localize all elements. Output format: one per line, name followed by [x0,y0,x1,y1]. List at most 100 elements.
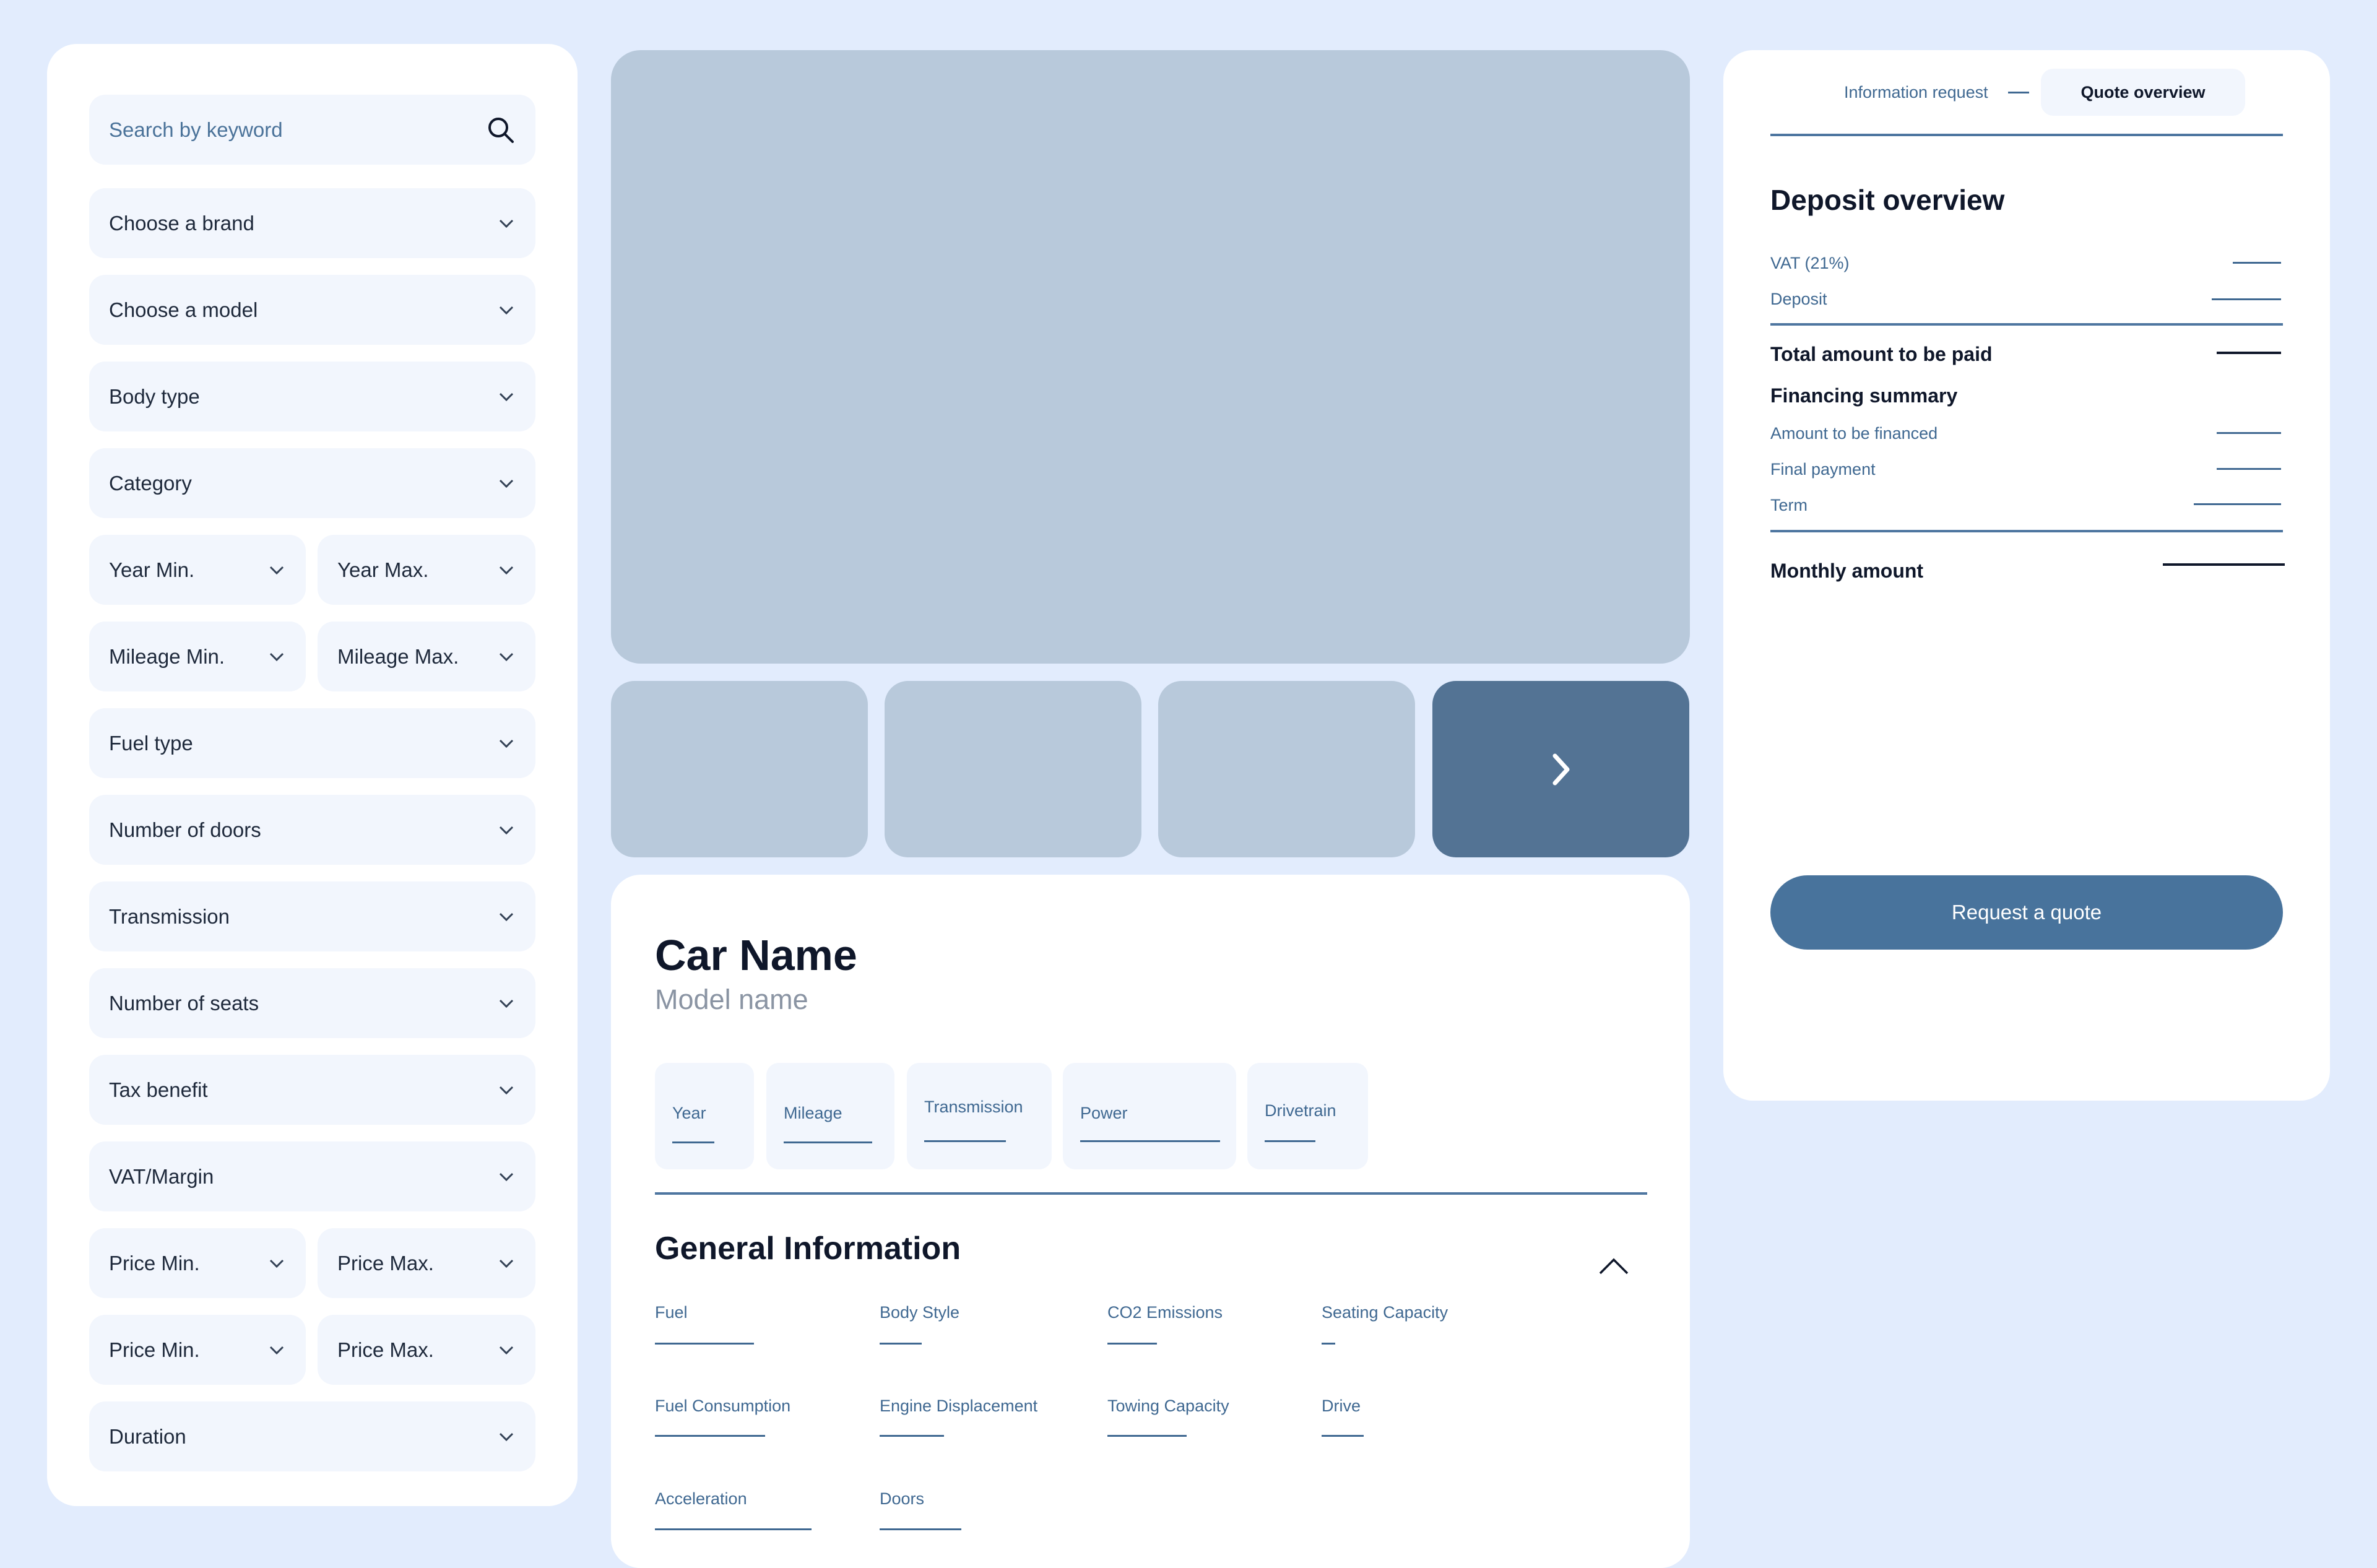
vat-margin-select[interactable]: VAT/Margin [89,1141,535,1211]
info-body-style-label: Body Style [880,1303,960,1322]
spec-value-line [1265,1140,1315,1142]
chevron-up-icon[interactable] [1598,1255,1629,1276]
steps-divider [1770,134,2283,136]
filter-sidebar: Search by keyword Choose a brand Choose … [47,44,578,1506]
car-name: Car Name [655,931,857,979]
spec-transmission-label: Transmission [924,1098,1023,1116]
duration-select[interactable]: Duration [89,1401,535,1471]
info-value-line [1322,1435,1364,1437]
price-min-select[interactable]: Price Min. [89,1228,306,1298]
info-value-line [655,1343,754,1345]
chevron-down-icon [497,821,516,839]
total-label: Total amount to be paid [1770,343,1993,365]
chevron-down-icon [497,474,516,493]
step-information-request[interactable]: Information request [1844,69,1988,116]
price-max-label: Price Max. [337,1338,434,1361]
thumbnail-image[interactable] [885,681,1141,857]
doors-select[interactable]: Number of doors [89,795,535,865]
info-towing-label: Towing Capacity [1107,1397,1229,1415]
term-value-line [2194,503,2281,505]
thumbnail-image[interactable] [1158,681,1415,857]
quote-steps: Information request Quote overview [1723,69,2330,116]
transmission-select[interactable]: Transmission [89,881,535,951]
info-drive-label: Drive [1322,1397,1361,1415]
info-seating-label: Seating Capacity [1322,1303,1448,1322]
spec-year: Year [655,1063,754,1169]
transmission-label: Transmission [109,904,230,928]
chevron-down-icon [497,1167,516,1186]
info-value-line [880,1343,922,1345]
price-min-select-2[interactable]: Price Min. [89,1315,306,1385]
final-payment-value-line [2217,468,2281,470]
financing-summary-title: Financing summary [1770,384,1958,407]
price-max-select-2[interactable]: Price Max. [318,1315,535,1385]
spec-transmission: Transmission [907,1063,1052,1169]
price-max-label: Price Max. [337,1251,434,1275]
brand-select[interactable]: Choose a brand [89,188,535,258]
price-min-label: Price Min. [109,1251,200,1275]
chevron-down-icon [497,1341,516,1359]
chevron-down-icon [497,1427,516,1446]
search-placeholder: Search by keyword [109,118,283,141]
chevron-down-icon [497,1081,516,1099]
spec-drivetrain: Drivetrain [1247,1063,1368,1169]
chevron-down-icon [267,1254,286,1273]
chevron-down-icon [497,1254,516,1273]
info-value-line [1107,1343,1157,1345]
chevron-down-icon [497,214,516,233]
chevron-down-icon [497,907,516,926]
term-label: Term [1770,496,1808,514]
spec-value-line [1080,1140,1220,1142]
spec-power: Power [1063,1063,1236,1169]
chevron-down-icon [497,648,516,666]
deposit-value-line [2212,298,2281,300]
chevron-right-icon [1549,751,1574,788]
section-divider [655,1192,1647,1195]
year-min-select[interactable]: Year Min. [89,535,306,605]
chevron-down-icon [497,734,516,753]
request-quote-button[interactable]: Request a quote [1770,875,2283,950]
chevron-down-icon [497,561,516,579]
mileage-max-label: Mileage Max. [337,644,459,668]
deposit-label: Deposit [1770,290,1827,308]
next-image-button[interactable] [1432,681,1689,857]
year-max-select[interactable]: Year Max. [318,535,535,605]
model-select[interactable]: Choose a model [89,275,535,345]
thumbnail-image[interactable] [611,681,868,857]
info-doors-label: Doors [880,1489,925,1508]
deposit-overview-title: Deposit overview [1770,184,2005,216]
info-acceleration-label: Acceleration [655,1489,747,1508]
model-select-label: Choose a model [109,298,258,321]
category-select-label: Category [109,471,192,495]
monthly-value-line [2163,563,2285,566]
car-details-card: Car Name Model name Year Mileage Transmi… [611,875,1690,1568]
info-value-line [880,1435,944,1437]
chevron-down-icon [267,648,286,666]
price-max-select[interactable]: Price Max. [318,1228,535,1298]
step-quote-overview[interactable]: Quote overview [2041,69,2245,116]
chevron-down-icon [497,388,516,406]
seats-select[interactable]: Number of seats [89,968,535,1038]
total-value-line [2217,352,2281,354]
vat-value-line [2233,262,2281,264]
mileage-min-select[interactable]: Mileage Min. [89,622,306,691]
monthly-amount-label: Monthly amount [1770,560,1924,582]
body-type-select-label: Body type [109,384,200,408]
search-icon[interactable] [486,115,516,145]
chevron-down-icon [267,1341,286,1359]
quote-panel: Information request Quote overview Depos… [1723,50,2330,1101]
main-car-image [611,50,1690,664]
tax-benefit-select[interactable]: Tax benefit [89,1055,535,1125]
brand-select-label: Choose a brand [109,211,254,235]
info-co2-label: CO2 Emissions [1107,1303,1223,1322]
search-input[interactable]: Search by keyword [89,95,535,165]
chevron-down-icon [267,561,286,579]
duration-label: Duration [109,1424,186,1448]
step-separator [2008,92,2029,93]
body-type-select[interactable]: Body type [89,362,535,431]
year-min-label: Year Min. [109,558,195,581]
mileage-max-select[interactable]: Mileage Max. [318,622,535,691]
spec-drivetrain-label: Drivetrain [1265,1101,1336,1120]
fuel-type-select[interactable]: Fuel type [89,708,535,778]
category-select[interactable]: Category [89,448,535,518]
